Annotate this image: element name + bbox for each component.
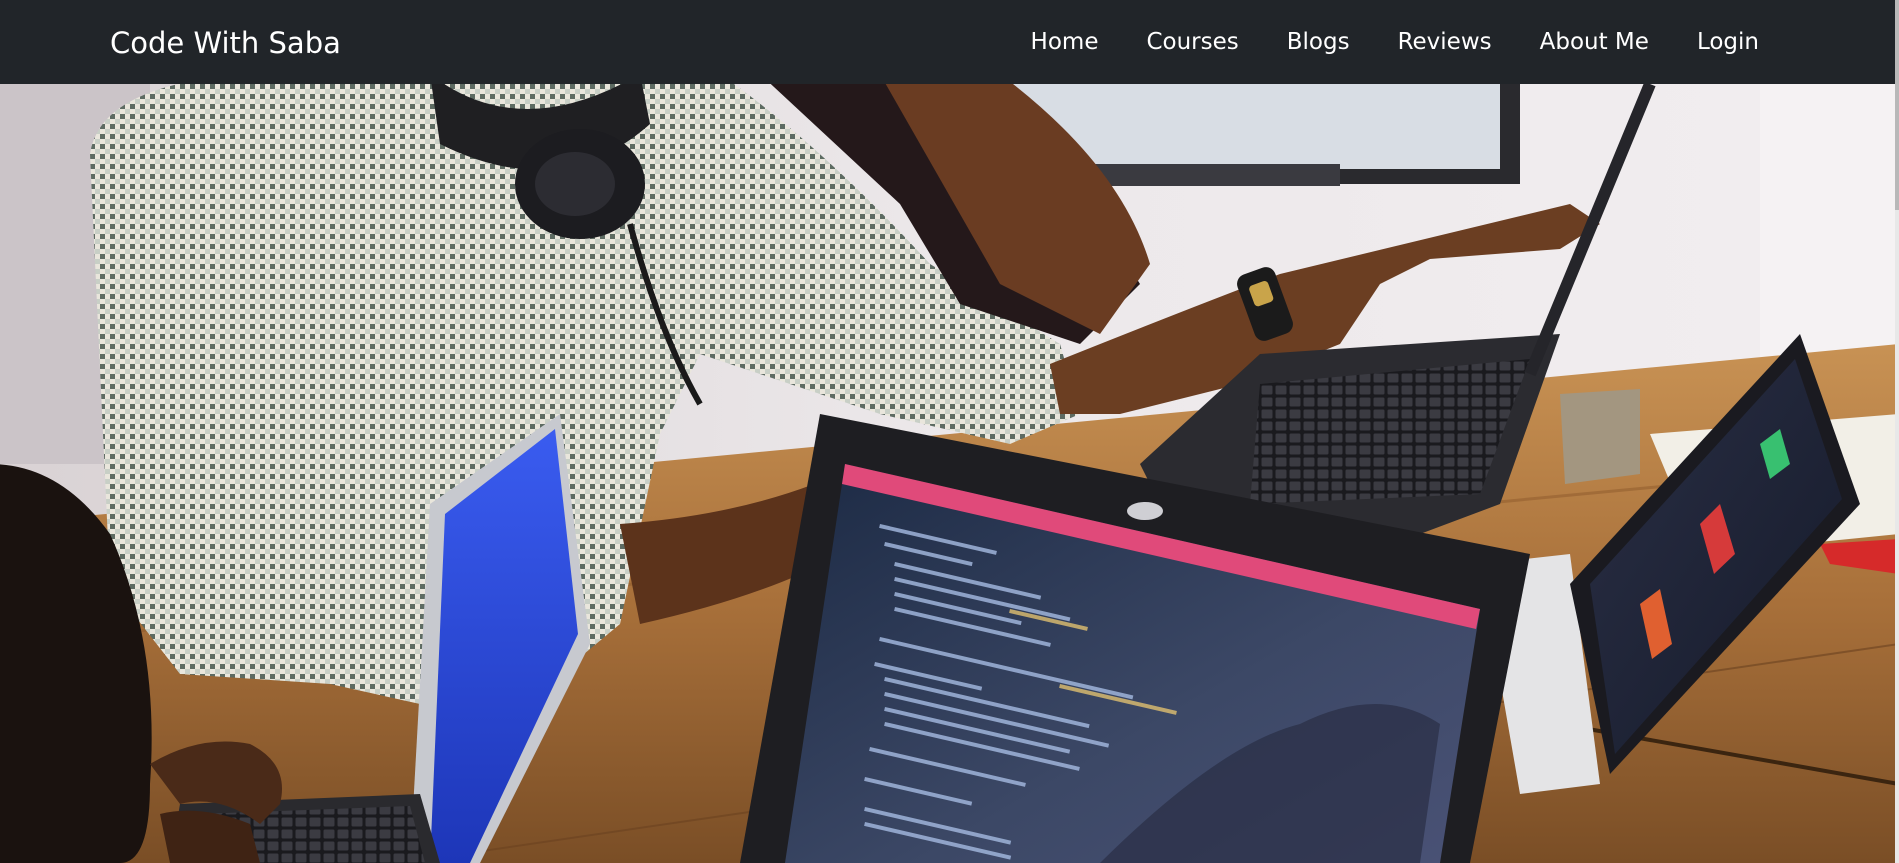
nav-link-courses[interactable]: Courses bbox=[1122, 0, 1262, 84]
nav-link-about-me[interactable]: About Me bbox=[1516, 0, 1673, 84]
nav-links: Home Courses Blogs Reviews About Me Logi… bbox=[1007, 0, 1759, 84]
nav-item-about: About Me bbox=[1516, 0, 1673, 84]
nav-item-login: Login bbox=[1673, 0, 1759, 84]
scrollbar-thumb[interactable] bbox=[1895, 0, 1899, 210]
hero-photo bbox=[0, 84, 1899, 863]
hero-section bbox=[0, 84, 1899, 863]
nav-item-blogs: Blogs bbox=[1263, 0, 1374, 84]
navbar: Code With Saba Home Courses Blogs Review… bbox=[0, 0, 1899, 84]
nav-link-blogs[interactable]: Blogs bbox=[1263, 0, 1374, 84]
nav-link-home[interactable]: Home bbox=[1007, 0, 1123, 84]
nav-item-courses: Courses bbox=[1122, 0, 1262, 84]
nav-link-login[interactable]: Login bbox=[1673, 0, 1759, 84]
nav-item-home: Home bbox=[1007, 0, 1123, 84]
scrollbar[interactable] bbox=[1895, 0, 1899, 863]
nav-item-reviews: Reviews bbox=[1374, 0, 1516, 84]
page: Code With Saba Home Courses Blogs Review… bbox=[0, 0, 1899, 863]
nav-link-reviews[interactable]: Reviews bbox=[1374, 0, 1516, 84]
brand-logo-link[interactable]: Code With Saba bbox=[110, 0, 341, 84]
